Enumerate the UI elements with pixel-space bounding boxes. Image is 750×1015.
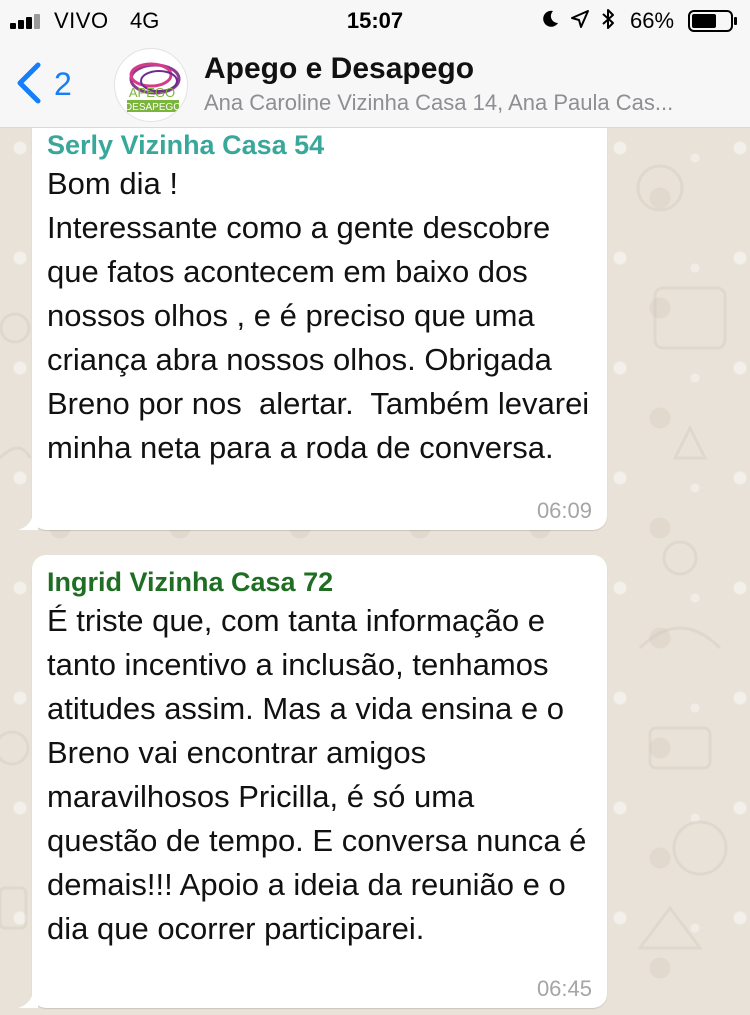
chat-header: 2 APEGO DESAPEGO Apego e Desapego Ana Ca… — [0, 40, 750, 128]
back-button[interactable]: 2 — [14, 58, 84, 108]
battery-icon — [688, 10, 737, 32]
message-sender[interactable]: Serly Vizinha Casa 54 — [47, 128, 593, 160]
chevron-left-icon — [17, 62, 41, 104]
moon-icon — [543, 10, 558, 27]
message-bubble[interactable]: Ingrid Vizinha Casa 72 É triste que, com… — [18, 555, 607, 1008]
message-time: 06:09 — [536, 498, 592, 523]
battery-percentage: 66% — [630, 8, 675, 33]
bubble-tail — [18, 510, 38, 530]
group-avatar[interactable]: APEGO DESAPEGO — [114, 48, 188, 122]
status-bar: VIVO 4G 15:07 66% — [0, 0, 750, 40]
avatar-text-top: APEGO — [129, 85, 175, 100]
group-participants[interactable]: Ana Caroline Vizinha Casa 14, Ana Paula … — [204, 90, 734, 116]
bluetooth-icon — [602, 9, 614, 29]
group-title[interactable]: Apego e Desapego — [204, 52, 474, 86]
message-bubble[interactable]: Serly Vizinha Casa 54 Bom dia ! Interess… — [18, 128, 607, 530]
avatar-text-bottom: DESAPEGO — [125, 102, 181, 113]
group-logo: APEGO DESAPEGO — [125, 62, 181, 113]
location-icon — [571, 10, 589, 28]
bubble-tail — [18, 988, 38, 1008]
message-text: É triste que, com tanta informação e tan… — [47, 603, 596, 946]
message-time: 06:45 — [536, 976, 592, 1001]
message-sender[interactable]: Ingrid Vizinha Casa 72 — [47, 555, 593, 597]
message-text: Bom dia ! Interessante como a gente desc… — [47, 166, 590, 465]
unread-count: 2 — [54, 66, 72, 102]
